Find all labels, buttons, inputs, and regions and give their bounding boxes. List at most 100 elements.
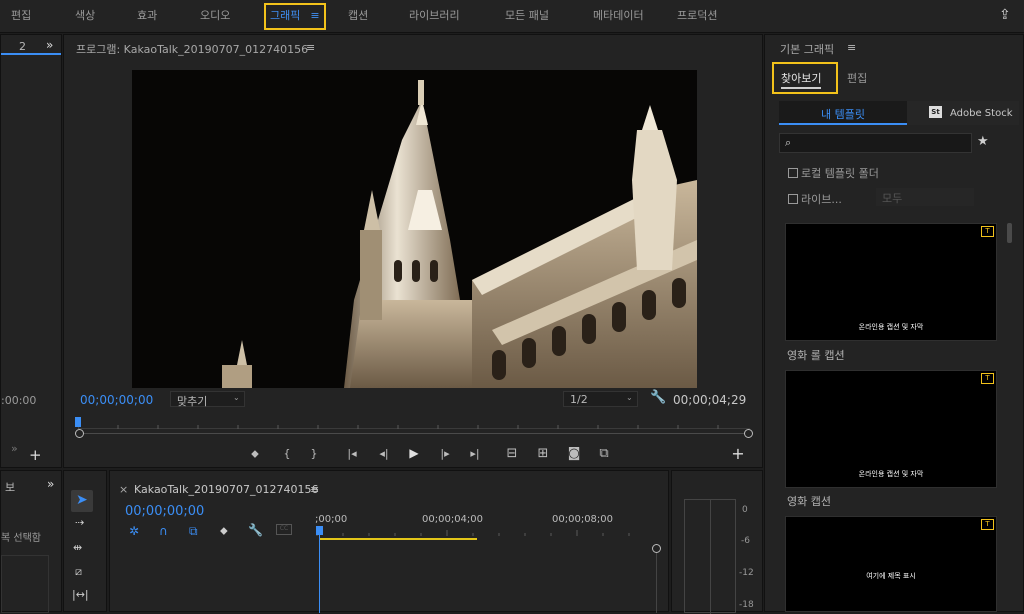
template-thumbnail-1[interactable]: T 온라인용 캡션 및 자막 (785, 223, 997, 341)
local-templates-label: 로컬 템플릿 폴더 (801, 167, 879, 180)
close-icon[interactable]: × (119, 483, 128, 496)
go-to-in-icon[interactable]: |◂ (344, 447, 360, 460)
meter-label-18: -18 (739, 600, 754, 610)
slip-tool-icon[interactable]: |↔| (72, 588, 89, 601)
timeline-scroll-track[interactable] (656, 553, 657, 613)
timeline-panel: × KakaoTalk_20190707_012740156 ≡ 00;00;0… (109, 470, 669, 613)
program-monitor-title[interactable]: 프로그램: KakaoTalk_20190707_012740156 (76, 41, 308, 57)
panel-expand-icon-3[interactable]: » (47, 477, 54, 491)
library-dropdown[interactable]: 모두 (876, 188, 974, 206)
zoom-handle-right[interactable] (744, 429, 753, 438)
sequence-tab[interactable]: KakaoTalk_20190707_012740156 (134, 483, 318, 496)
workspace-metadata[interactable]: 메타데이터 (593, 0, 644, 33)
tab-browse-label: 찾아보기 (781, 70, 822, 89)
snap-icon[interactable]: ∩ (159, 524, 168, 538)
export-frame-icon[interactable]: ◙ (566, 446, 582, 461)
project-tab[interactable]: 보 (5, 479, 15, 495)
linked-selection-icon[interactable]: ⧉ (189, 524, 198, 539)
program-menu-icon[interactable]: ≡ (306, 41, 315, 54)
wrench-icon[interactable]: 🔧 (650, 390, 666, 405)
libraries-checkbox[interactable]: 라이브... (788, 191, 842, 207)
mark-in-icon[interactable]: { (280, 447, 294, 460)
share-icon[interactable]: ⇪ (999, 0, 1011, 33)
libraries-label: 라이브... (801, 193, 842, 206)
work-area-bar[interactable] (319, 538, 477, 540)
workspace-audio[interactable]: 오디오 (200, 0, 230, 33)
scrollbar-thumb[interactable] (1007, 223, 1012, 243)
workspace-all-panels[interactable]: 모든 패널 (505, 0, 549, 33)
resolution-dropdown[interactable]: 1/2 ⌄ (563, 391, 638, 407)
playhead-marker[interactable] (75, 417, 81, 427)
fit-dropdown[interactable]: 맞추기 ⌄ (170, 391, 245, 408)
timeline-menu-icon[interactable]: ≡ (310, 483, 319, 496)
workspace-captions[interactable]: 캡션 (348, 0, 368, 33)
razor-tool-icon[interactable]: ⧄ (75, 565, 82, 579)
panel-expand-icon[interactable]: » (46, 38, 53, 52)
timeline-playhead-handle[interactable] (316, 526, 323, 535)
track-select-tool-icon[interactable]: ⇢ (75, 516, 84, 529)
project-panel: 보 » 복 선택함 (0, 470, 62, 613)
workspace-libraries[interactable]: 라이브러리 (409, 0, 460, 33)
city-hall-image (132, 70, 697, 388)
extract-icon[interactable]: ⊞ (535, 446, 551, 461)
add-icon[interactable]: + (29, 446, 42, 464)
comparison-view-icon[interactable]: ⧉ (596, 446, 612, 461)
bin-area[interactable] (1, 555, 49, 613)
mark-out-icon[interactable]: } (307, 447, 321, 460)
checkbox-icon (788, 168, 798, 178)
workspace-effects[interactable]: 효과 (137, 0, 157, 33)
tab-browse[interactable]: 찾아보기 (772, 62, 838, 94)
zoom-handle-left[interactable] (75, 429, 84, 438)
workspace-edit[interactable]: 편집 (11, 0, 31, 33)
zoom-bar[interactable] (78, 433, 750, 434)
program-timecode[interactable]: 00;00;00;00 (80, 393, 153, 407)
template-search-input[interactable]: ⌕ (779, 133, 972, 153)
selection-tool[interactable]: ➤ (71, 490, 93, 512)
graphics-menu-icon[interactable]: ≡ (847, 41, 856, 54)
timeline-timecode[interactable]: 00;00;00;00 (125, 504, 204, 519)
go-to-out-icon[interactable]: ▸| (467, 447, 483, 460)
add-marker-icon[interactable]: ⬥ (220, 524, 228, 538)
chevron-down-icon-2: ⌄ (626, 393, 633, 402)
program-ruler[interactable] (77, 417, 750, 429)
template-thumbnail-2[interactable]: T 온라인용 캡션 및 자막 (785, 370, 997, 488)
adobe-stock-tab[interactable]: St Adobe Stock (907, 101, 1019, 125)
fit-value: 맞추기 (177, 395, 208, 408)
settings-wrench-icon[interactable]: 🔧 (248, 523, 263, 537)
search-icon: ⌕ (785, 136, 792, 149)
add-button-icon[interactable]: + (730, 444, 746, 463)
ripple-edit-tool-icon[interactable]: ⇹ (73, 541, 82, 554)
workspace-menu-icon[interactable]: ≡ (310, 9, 319, 22)
template-caption-1: 온라인용 캡션 및 자막 (858, 323, 924, 331)
text-badge-icon-3: T (981, 519, 994, 530)
workspace-production[interactable]: 프로덕션 (677, 0, 717, 33)
template-caption-2: 온라인용 캡션 및 자막 (858, 470, 924, 478)
workspace-color[interactable]: 색상 (75, 0, 95, 33)
ruler-ticks (77, 423, 719, 429)
resolution-value: 1/2 (570, 393, 588, 406)
lift-icon[interactable]: ⊟ (504, 446, 520, 461)
play-icon[interactable]: ▶ (406, 446, 422, 460)
captions-icon[interactable]: CC (276, 524, 292, 535)
tab-edit[interactable]: 편집 (847, 70, 867, 86)
workspace-graphics[interactable]: 그래픽 ≡ (264, 3, 326, 30)
selection-label: 복 선택함 (1, 533, 41, 544)
panel-expand-icon-2[interactable]: » (11, 442, 18, 455)
local-templates-checkbox[interactable]: 로컬 템플릿 폴더 (788, 165, 879, 181)
marker-icon[interactable]: ⬥ (248, 447, 262, 461)
meter-divider (710, 500, 711, 614)
video-frame[interactable] (132, 70, 697, 388)
text-badge-icon: T (981, 226, 994, 237)
audio-meter (684, 499, 736, 614)
timeline-zoom-handle[interactable] (652, 544, 661, 553)
workspace-bar: 편집 색상 효과 오디오 그래픽 ≡ 캡션 라이브러리 모든 패널 메타데이터 프… (0, 0, 1024, 33)
my-templates-tab[interactable]: 내 템플릿 (779, 101, 907, 125)
star-icon[interactable]: ★ (977, 134, 989, 149)
nest-icon[interactable]: ✲ (129, 524, 139, 538)
step-forward-icon[interactable]: |▸ (437, 447, 453, 460)
template-caption-3: 여기에 제목 표시 (866, 572, 916, 580)
template-thumbnail-3[interactable]: T 여기에 제목 표시 (785, 516, 997, 612)
step-back-icon[interactable]: ◂| (376, 447, 392, 460)
ruler-label-8: 00;00;08;00 (552, 514, 614, 525)
checkbox-icon-2 (788, 194, 798, 204)
